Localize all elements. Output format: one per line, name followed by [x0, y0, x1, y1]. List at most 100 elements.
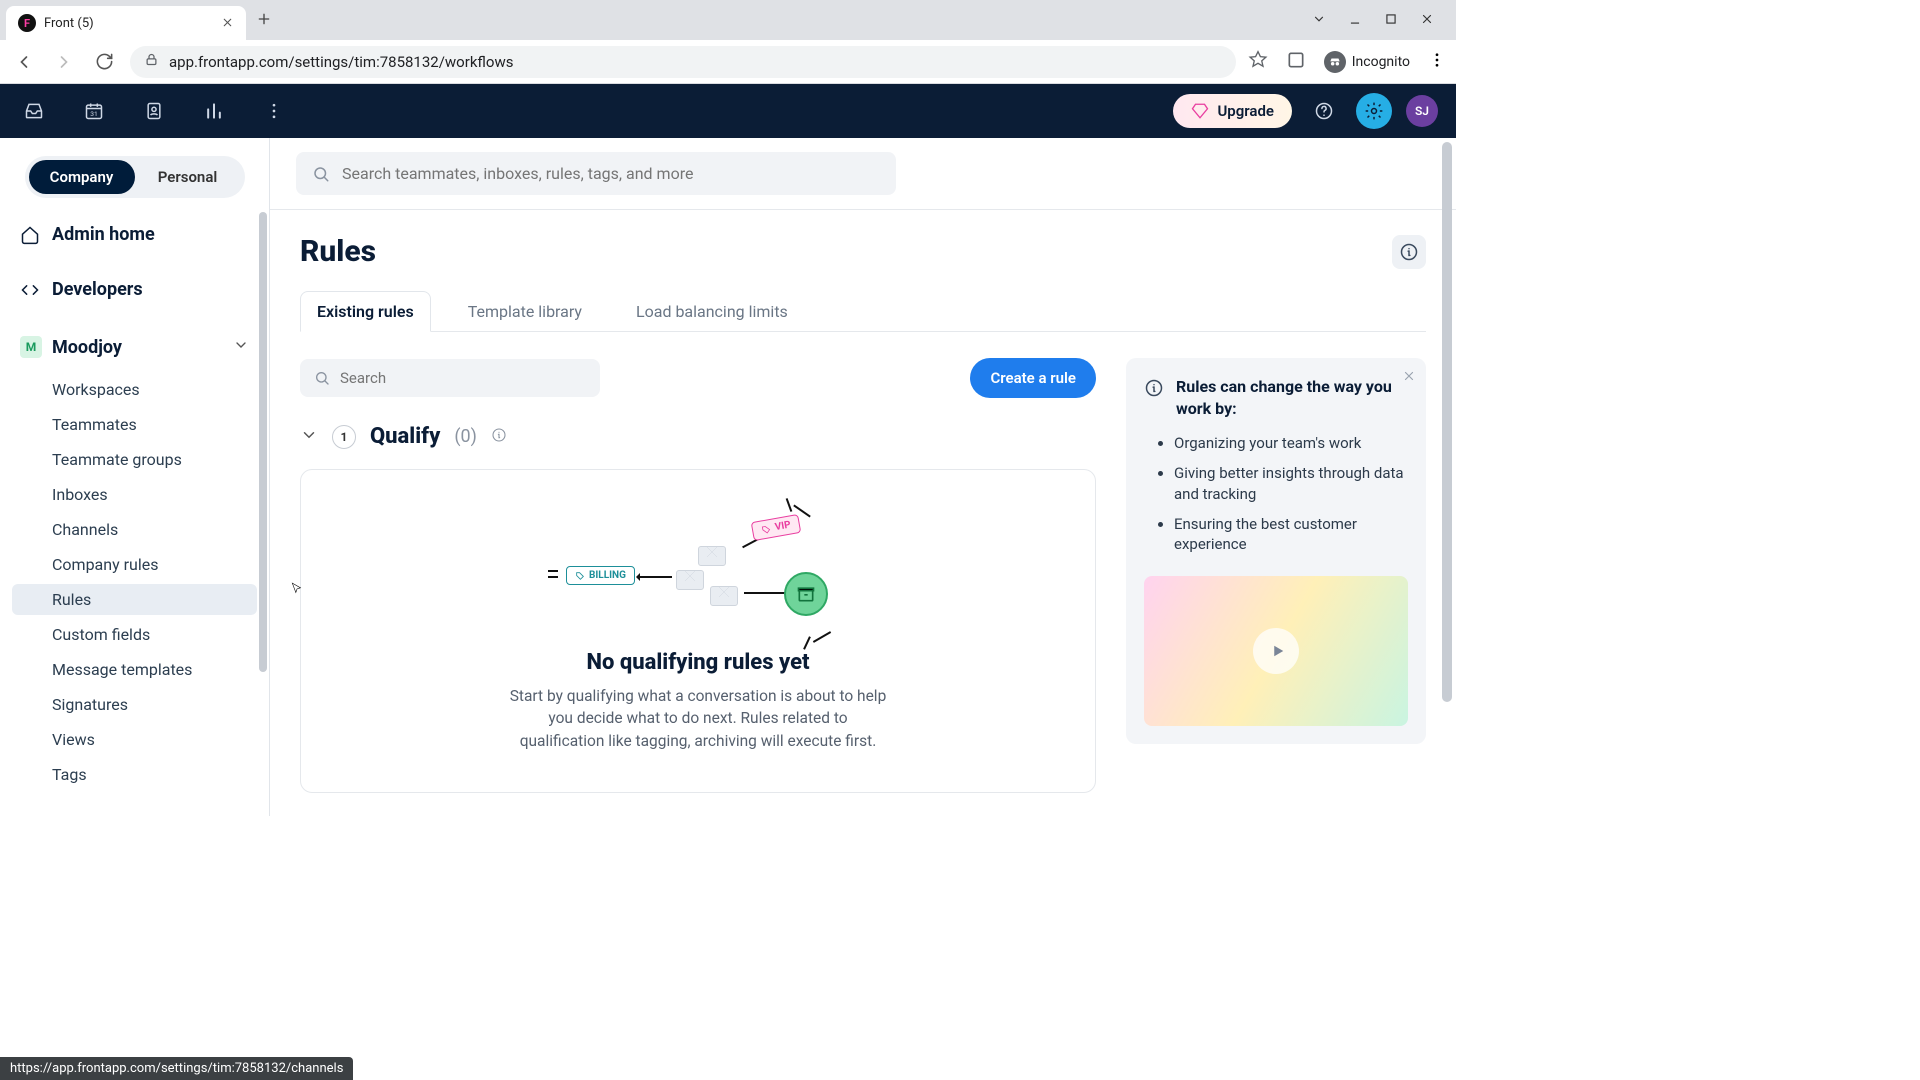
- video-thumbnail[interactable]: [1144, 576, 1408, 726]
- code-icon: [20, 280, 40, 300]
- section-count: (0): [454, 426, 477, 447]
- minimize-icon[interactable]: [1348, 11, 1362, 30]
- incognito-indicator[interactable]: Incognito: [1324, 51, 1410, 73]
- empty-state-title: No qualifying rules yet: [331, 650, 1065, 675]
- address-bar[interactable]: app.frontapp.com/settings/tim:7858132/wo…: [130, 46, 1236, 78]
- main-area: Rules Existing rules Template library Lo…: [270, 138, 1456, 816]
- global-search-input[interactable]: [342, 164, 880, 183]
- sidebar-item-tags[interactable]: Tags: [12, 759, 257, 790]
- reload-button[interactable]: [90, 48, 118, 76]
- diamond-icon: [1191, 102, 1209, 120]
- sidebar-item-views[interactable]: Views: [12, 724, 257, 755]
- tab-existing-rules[interactable]: Existing rules: [300, 291, 431, 332]
- sidebar-item-workspaces[interactable]: Workspaces: [12, 374, 257, 405]
- extensions-icon[interactable]: [1286, 50, 1306, 74]
- settings-icon[interactable]: [1356, 93, 1392, 129]
- sidebar-item-rules[interactable]: Rules: [12, 584, 257, 615]
- scope-personal[interactable]: Personal: [135, 160, 241, 194]
- scope-company[interactable]: Company: [29, 160, 135, 194]
- browser-tab[interactable]: F Front (5): [6, 6, 246, 40]
- incognito-icon: [1324, 51, 1346, 73]
- browser-chrome: F Front (5) app.frontapp.com/settings/ti…: [0, 0, 1456, 84]
- qualify-section-header[interactable]: 1 Qualify (0): [300, 424, 1096, 449]
- info-bullet: Organizing your team's work: [1174, 433, 1408, 453]
- avatar[interactable]: SJ: [1406, 95, 1438, 127]
- sidebar-developers[interactable]: Developers: [12, 271, 257, 308]
- browser-menu-icon[interactable]: [1428, 51, 1446, 73]
- front-favicon: F: [18, 14, 36, 32]
- sidebar-item-teammate-groups[interactable]: Teammate groups: [12, 444, 257, 475]
- workspace-badge: M: [20, 336, 42, 358]
- content-scrollbar[interactable]: [1442, 138, 1454, 816]
- create-rule-button[interactable]: Create a rule: [970, 358, 1096, 398]
- sidebar-item-channels[interactable]: Channels: [12, 514, 257, 545]
- close-icon[interactable]: [221, 14, 234, 33]
- info-bullet: Giving better insights through data and …: [1174, 463, 1408, 504]
- tab-template-library[interactable]: Template library: [451, 291, 599, 332]
- lock-icon: [144, 52, 159, 71]
- sidebar-item-teammates[interactable]: Teammates: [12, 409, 257, 440]
- sidebar-item-custom-fields[interactable]: Custom fields: [12, 619, 257, 650]
- sidebar-item-message-templates[interactable]: Message templates: [12, 654, 257, 685]
- back-button[interactable]: [10, 48, 38, 76]
- info-icon: [1399, 242, 1419, 262]
- tab-title: Front (5): [44, 16, 213, 31]
- empty-state-illustration: BILLING VIP: [548, 500, 848, 640]
- workspace-header[interactable]: M Moodjoy: [12, 328, 257, 366]
- address-bar-row: app.frontapp.com/settings/tim:7858132/wo…: [0, 40, 1456, 84]
- app-topbar: 31 Upgrade SJ: [0, 84, 1456, 138]
- cursor-icon: [290, 580, 304, 602]
- info-icon[interactable]: [491, 427, 507, 447]
- upgrade-label: Upgrade: [1217, 102, 1274, 120]
- contacts-icon[interactable]: [138, 95, 170, 127]
- info-panel-list: Organizing your team's work Giving bette…: [1174, 433, 1408, 554]
- tab-load-balancing[interactable]: Load balancing limits: [619, 291, 805, 332]
- play-icon: [1253, 628, 1299, 674]
- content-tabs: Existing rules Template library Load bal…: [300, 291, 1426, 332]
- global-search[interactable]: [296, 152, 896, 195]
- section-title: Qualify: [370, 424, 440, 449]
- rules-filter[interactable]: [300, 359, 600, 397]
- chevron-down-icon: [233, 337, 249, 357]
- help-icon[interactable]: [1306, 93, 1342, 129]
- sidebar-item-signatures[interactable]: Signatures: [12, 689, 257, 720]
- incognito-label: Incognito: [1352, 54, 1410, 70]
- window-controls: [1312, 11, 1450, 30]
- sidebar-scrollbar[interactable]: [259, 204, 269, 816]
- close-icon[interactable]: [1402, 368, 1416, 387]
- new-tab-button[interactable]: [256, 8, 272, 32]
- browser-status-bar: https://app.frontapp.com/settings/tim:78…: [0, 1057, 353, 1080]
- workspace-name: Moodjoy: [52, 337, 122, 358]
- url-text: app.frontapp.com/settings/tim:7858132/wo…: [169, 53, 514, 71]
- more-icon[interactable]: [258, 95, 290, 127]
- inbox-icon[interactable]: [18, 95, 50, 127]
- tab-dropdown-icon[interactable]: [1312, 11, 1326, 30]
- home-icon: [20, 225, 40, 245]
- empty-state-card: BILLING VIP: [300, 469, 1096, 793]
- search-icon: [312, 165, 330, 183]
- scope-toggle: Company Personal: [25, 156, 245, 198]
- maximize-icon[interactable]: [1384, 11, 1398, 30]
- search-icon: [314, 370, 330, 386]
- calendar-icon[interactable]: 31: [78, 95, 110, 127]
- bookmark-icon[interactable]: [1248, 50, 1268, 74]
- page-info-button[interactable]: [1392, 235, 1426, 269]
- info-icon: [1144, 378, 1164, 398]
- info-bullet: Ensuring the best customer experience: [1174, 514, 1408, 555]
- sidebar-item-company-rules[interactable]: Company rules: [12, 549, 257, 580]
- tag-vip-icon: VIP: [751, 514, 801, 541]
- info-panel-title: Rules can change the way you work by:: [1176, 376, 1408, 419]
- tag-billing-icon: BILLING: [566, 566, 635, 585]
- sidebar-item-inboxes[interactable]: Inboxes: [12, 479, 257, 510]
- settings-sidebar: Company Personal Admin home Developers M…: [0, 138, 270, 816]
- forward-button[interactable]: [50, 48, 78, 76]
- analytics-icon[interactable]: [198, 95, 230, 127]
- archive-icon: [784, 572, 828, 616]
- chevron-down-icon: [300, 426, 318, 448]
- tab-strip: F Front (5): [0, 0, 1456, 40]
- sidebar-admin-home[interactable]: Admin home: [12, 216, 257, 253]
- rules-filter-input[interactable]: [340, 369, 586, 387]
- empty-state-desc: Start by qualifying what a conversation …: [508, 685, 888, 752]
- upgrade-button[interactable]: Upgrade: [1173, 94, 1292, 128]
- window-close-icon[interactable]: [1420, 11, 1434, 30]
